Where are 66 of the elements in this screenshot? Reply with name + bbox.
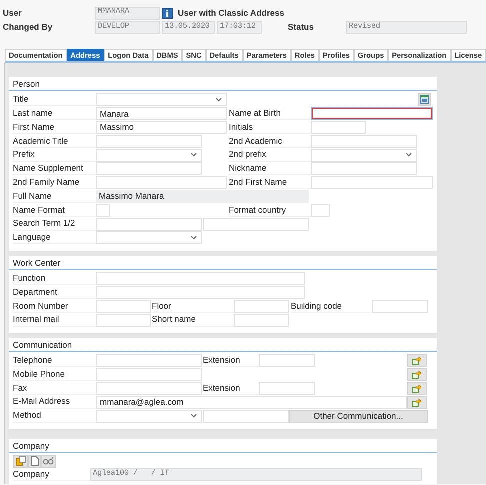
other-communication-button[interactable]: Other Communication... (289, 410, 428, 423)
caret-icon (216, 98, 222, 102)
page-icon (30, 456, 38, 466)
input-field[interactable] (96, 368, 202, 382)
field-label: User (3, 8, 23, 18)
glasses-icon (43, 457, 54, 466)
full-name-field: Massimo Manara (96, 190, 309, 203)
caret-icon (406, 153, 412, 158)
input-field[interactable] (96, 300, 151, 313)
dropdown-field[interactable] (96, 231, 202, 244)
transfer-icon (412, 370, 422, 380)
section-title: Work Center (9, 256, 437, 270)
clipboard-icon (16, 456, 26, 466)
input-field[interactable] (96, 354, 202, 368)
input-field[interactable] (311, 134, 417, 148)
transfer-button[interactable] (407, 382, 427, 395)
section-title: Person (9, 77, 437, 91)
input-field[interactable] (311, 204, 330, 217)
page-button[interactable] (28, 454, 41, 468)
field-label: Changed By (3, 23, 54, 32)
transfer-button[interactable] (407, 368, 427, 382)
input-field[interactable] (259, 354, 315, 368)
input-field[interactable] (96, 272, 305, 286)
info-icon (162, 8, 173, 18)
input-field[interactable] (96, 162, 202, 176)
transfer-icon (412, 384, 422, 393)
transfer-icon (412, 356, 422, 366)
input-field[interactable] (96, 176, 227, 190)
field-label: Building code (291, 300, 371, 313)
section-title: Communication (9, 338, 437, 352)
calendar-button[interactable] (418, 93, 431, 106)
input-field[interactable] (311, 107, 433, 120)
paste-button[interactable] (13, 454, 28, 468)
transfer-icon (412, 398, 422, 407)
input-field[interactable] (259, 382, 315, 395)
caret-icon (191, 236, 197, 240)
input-field[interactable] (311, 176, 433, 190)
glasses-button[interactable] (41, 454, 56, 468)
dropdown-field[interactable] (96, 93, 227, 106)
input-field[interactable] (96, 134, 202, 148)
transfer-button[interactable] (407, 354, 427, 368)
user-type-text: User with Classic Address (178, 8, 284, 18)
dropdown-field[interactable] (96, 148, 202, 162)
input-field[interactable] (311, 120, 366, 134)
input-field[interactable] (234, 300, 289, 313)
input-field[interactable] (96, 314, 151, 327)
section-title: Company (9, 438, 437, 453)
input-field[interactable] (234, 314, 289, 327)
dropdown-field[interactable] (311, 148, 417, 162)
input-field[interactable]: Massimo (96, 120, 227, 134)
input-field[interactable] (96, 218, 202, 231)
transfer-button[interactable] (407, 396, 427, 409)
input-field[interactable] (203, 410, 289, 423)
input-field[interactable] (311, 162, 417, 176)
caret-icon (191, 414, 197, 418)
input-field[interactable]: mmanara@aglea.com (96, 396, 407, 409)
input-field[interactable]: Manara (96, 107, 227, 120)
input-field[interactable] (96, 286, 305, 299)
calendar-icon (420, 95, 429, 104)
input-field[interactable] (96, 382, 202, 395)
caret-icon (191, 153, 197, 158)
input-field[interactable] (96, 204, 110, 217)
field-label: Status (288, 23, 315, 32)
input-field[interactable] (203, 218, 309, 231)
dropdown-field[interactable] (96, 410, 202, 423)
input-field[interactable] (372, 300, 428, 313)
